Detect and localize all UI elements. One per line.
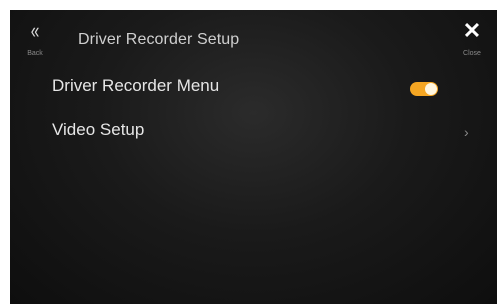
menu-item-driver-recorder-menu[interactable]: Driver Recorder Menu (10, 68, 497, 106)
close-label: Close (463, 50, 481, 57)
back-button[interactable]: « Back (18, 16, 52, 62)
driver-recorder-menu-toggle[interactable] (410, 82, 438, 96)
page-title: Driver Recorder Setup (78, 31, 240, 48)
chevron-right-icon: › (464, 124, 469, 140)
menu-item-video-setup[interactable]: Video Setup › (10, 112, 497, 150)
close-button[interactable]: ✕ Close (455, 16, 489, 62)
menu-item-label: Video Setup (52, 120, 145, 139)
header-bar: « Back Driver Recorder Setup ✕ Close (10, 10, 497, 68)
double-chevron-left-icon: « (30, 18, 40, 43)
back-label: Back (27, 50, 43, 57)
toggle-knob (425, 83, 437, 95)
screen: « Back Driver Recorder Setup ✕ Close Dri… (10, 10, 497, 304)
menu-item-label: Driver Recorder Menu (52, 76, 220, 95)
close-icon: ✕ (462, 18, 482, 43)
